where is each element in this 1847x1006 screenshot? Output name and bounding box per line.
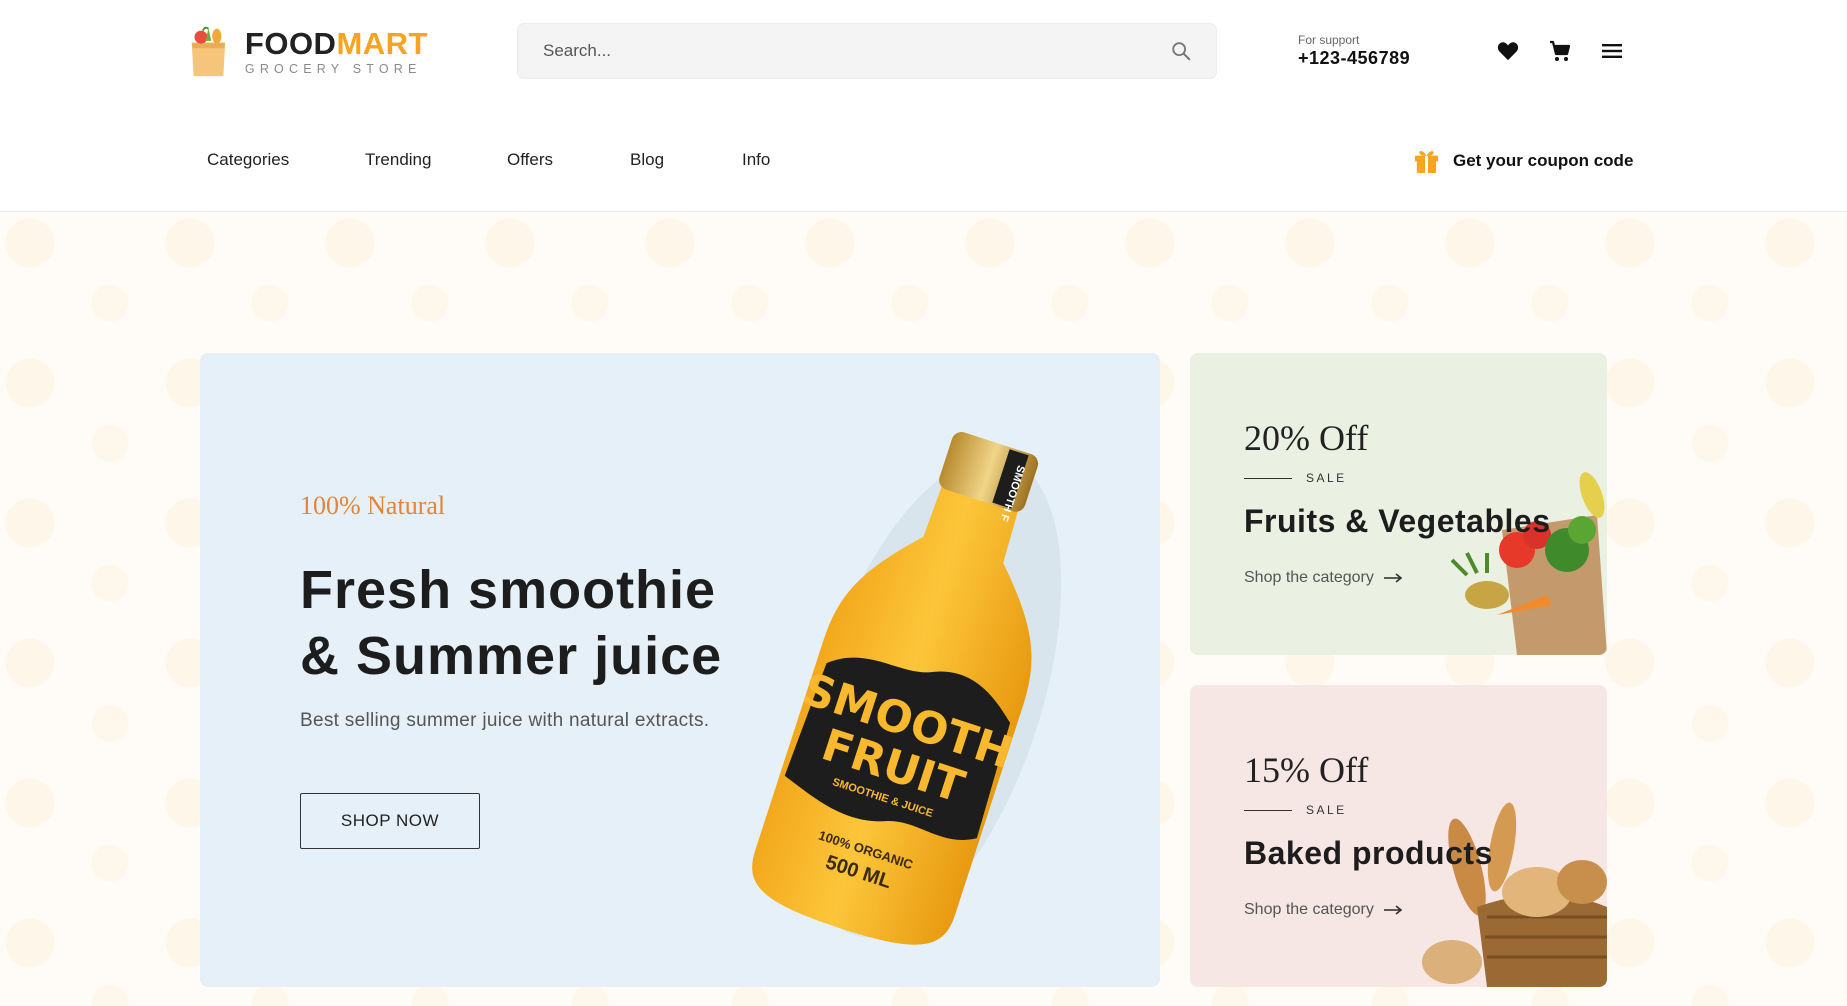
nav-item-categories[interactable]: Categories	[207, 150, 289, 170]
brand-name: FOODMART	[245, 28, 428, 60]
sale-text: SALE	[1306, 471, 1347, 485]
coupon-label: Get your coupon code	[1453, 150, 1634, 170]
promo-title: Baked products	[1244, 835, 1493, 871]
banner-title: Fresh smoothie & Summer juice	[300, 557, 760, 689]
cart-icon[interactable]	[1547, 38, 1573, 64]
arrow-right-icon	[1383, 573, 1402, 583]
promo-title: Fruits & Vegetables	[1244, 503, 1551, 539]
juice-bottle-image: SMOOTH F SMOOTH FRUIT SMOOTHIE & JUICE 1…	[752, 432, 1062, 945]
support-phone[interactable]: +123-456789	[1298, 47, 1410, 69]
promo-discount: 20% Off	[1244, 418, 1369, 458]
shop-category-link[interactable]: Shop the category	[1244, 569, 1402, 587]
logo[interactable]: FOODMART GROCERY STORE	[188, 22, 428, 82]
bread-basket-image	[1422, 802, 1607, 987]
coupon-link[interactable]: Get your coupon code	[1413, 147, 1633, 174]
banner-tag: 100% Natural	[300, 491, 446, 520]
heart-icon[interactable]	[1495, 38, 1521, 64]
logo-text: FOODMART GROCERY STORE	[244, 28, 428, 77]
search-icon[interactable]	[1170, 40, 1192, 62]
nav-item-info[interactable]: Info	[742, 150, 770, 170]
banner-description: Best selling summer juice with natural e…	[300, 710, 710, 731]
shop-now-button[interactable]: SHOP NOW	[300, 793, 480, 849]
main-banner: 100% Natural Fresh smoothie & Summer jui…	[200, 353, 1160, 987]
brand-name-part1: FOOD	[244, 26, 337, 61]
banner-title-line2: & Summer juice	[300, 626, 723, 686]
brand-tagline: GROCERY STORE	[244, 62, 422, 76]
sale-text: SALE	[1306, 803, 1347, 817]
brand-name-part2: MART	[336, 26, 428, 61]
shop-category-label: Shop the category	[1244, 569, 1374, 586]
promo-sale-label: SALE	[1244, 803, 1347, 817]
support-info: For support +123-456789	[1298, 33, 1410, 69]
search-input[interactable]	[543, 41, 1170, 61]
nav-item-offers[interactable]: Offers	[507, 150, 553, 170]
header: FOODMART GROCERY STORE For support +123-…	[0, 0, 1847, 100]
menu-icon[interactable]	[1599, 38, 1625, 64]
promo-sale-label: SALE	[1244, 471, 1347, 485]
shop-category-label: Shop the category	[1244, 901, 1374, 918]
grocery-bag-icon	[191, 26, 226, 77]
nav-item-blog[interactable]: Blog	[630, 150, 664, 170]
gift-icon	[1414, 151, 1439, 174]
arrow-right-icon	[1383, 905, 1402, 915]
promo-card-baked[interactable]: 15% Off SALE Baked products Shop the cat…	[1190, 685, 1607, 987]
banner-title-line1: Fresh smoothie	[300, 560, 717, 620]
search-bar	[517, 23, 1217, 79]
promo-card-fruits[interactable]: 20% Off SALE Fruits & Vegetables Shop th…	[1190, 353, 1607, 655]
shop-category-link[interactable]: Shop the category	[1244, 901, 1402, 919]
promo-discount: 15% Off	[1244, 750, 1369, 790]
sale-divider	[1244, 809, 1292, 811]
vegetables-basket-image	[1450, 472, 1607, 655]
nav-item-trending[interactable]: Trending	[365, 150, 431, 170]
sale-divider	[1244, 477, 1292, 479]
main-nav: Categories Trending Offers Blog Info Get…	[0, 100, 1847, 212]
support-label: For support	[1298, 33, 1360, 47]
